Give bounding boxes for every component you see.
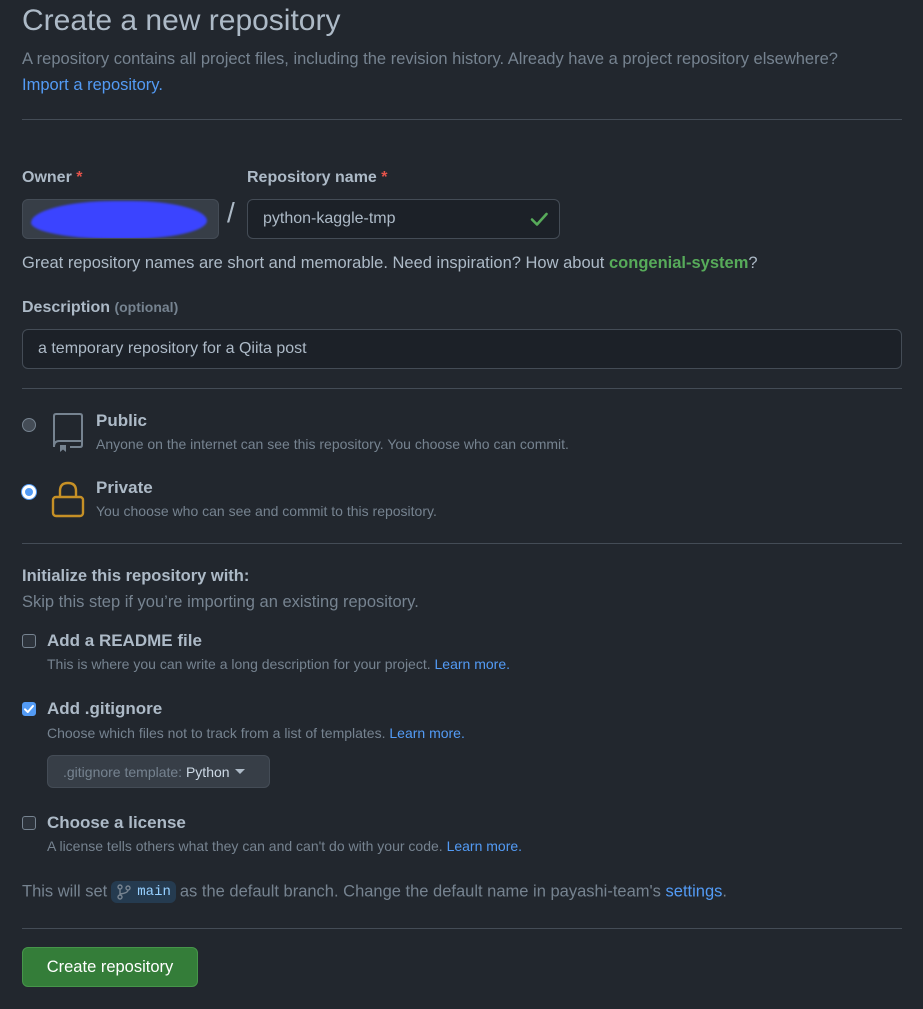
default-branch-note: This will set main as the default branch. … [22,881,727,903]
divider [22,119,902,120]
license-checkbox[interactable] [22,816,36,830]
lock-icon [51,479,85,524]
chevron-down-icon [234,769,245,774]
visibility-private-radio[interactable] [22,485,36,499]
divider [22,388,902,389]
license-desc: A license tells others what they can and… [47,838,522,854]
readme-checkbox[interactable] [22,634,36,648]
visibility-public-desc: Anyone on the internet can see this repo… [96,436,569,452]
repo-name-label-text: Repository name [247,169,377,186]
readme-title: Add a README file [47,631,202,650]
divider [22,543,902,544]
description-optional: (optional) [114,299,179,315]
owner-repo-separator: / [227,197,235,228]
page-lead: A repository contains all project files,… [22,46,902,98]
branch-pill: main [111,881,176,903]
readme-desc-text: This is where you can write a long descr… [47,656,431,672]
git-branch-icon [117,884,131,900]
checkmark-icon [24,705,34,713]
gitignore-desc-text: Choose which files not to track from a l… [47,725,386,741]
import-repository-link[interactable]: Import a repository. [22,76,163,94]
repo-name-suggestion[interactable]: congenial-system [609,254,748,272]
repo-name-required-mark: * [381,169,388,186]
settings-link[interactable]: settings [666,882,723,900]
repo-name-value: python-kaggle-tmp [263,210,396,227]
page-title: Create a new repository [22,4,341,37]
visibility-private-desc: You choose who can see and commit to thi… [96,503,437,519]
owner-required-mark: * [76,169,83,186]
gitignore-title: Add .gitignore [47,699,163,718]
readme-desc: This is where you can write a long descr… [47,656,510,672]
branch-suffix: . [722,882,727,901]
gitignore-template-select[interactable]: .gitignore template: Python [47,755,270,788]
description-input[interactable]: a temporary repository for a Qiita post [22,329,902,369]
repo-name-hint-suffix: ? [748,254,758,272]
visibility-public-title: Public [96,411,148,430]
branch-name: main [137,884,171,900]
license-desc-text: A license tells others what they can and… [47,838,443,854]
lead-text: A repository contains all project files,… [22,50,838,68]
branch-prefix: This will set [22,882,108,901]
owner-redaction [31,201,207,238]
owner-select[interactable] [22,199,219,239]
gitignore-desc: Choose which files not to track from a l… [47,725,465,741]
repo-name-hint-text: Great repository names are short and mem… [22,254,605,272]
owner-label-text: Owner [22,169,72,186]
gitignore-checkbox[interactable] [22,702,36,716]
create-repository-button[interactable]: Create repository [22,947,198,987]
owner-label: Owner * [22,169,82,187]
gitignore-select-value: Python [185,763,230,780]
init-heading: Initialize this repository with: [22,567,250,585]
gitignore-learn-more-link[interactable]: Learn more. [389,725,464,741]
check-icon [529,209,549,234]
visibility-private-title: Private [96,478,153,497]
repo-icon [51,411,85,458]
visibility-public-radio[interactable] [22,418,36,432]
description-label: Description (optional) [22,299,178,317]
init-subheading: Skip this step if you’re importing an ex… [22,593,419,611]
license-title: Choose a license [47,813,186,832]
repo-name-hint: Great repository names are short and mem… [22,254,758,273]
divider [22,928,902,929]
repo-name-input[interactable]: python-kaggle-tmp [247,199,560,239]
description-value: a temporary repository for a Qiita post [38,340,307,357]
branch-middle: as the default branch. Change the defaul… [179,882,661,901]
readme-learn-more-link[interactable]: Learn more. [435,656,510,672]
gitignore-select-prefix: .gitignore template: [63,763,183,780]
description-label-text: Description [22,299,111,316]
repo-name-label: Repository name * [247,169,388,187]
license-learn-more-link[interactable]: Learn more. [447,838,522,854]
